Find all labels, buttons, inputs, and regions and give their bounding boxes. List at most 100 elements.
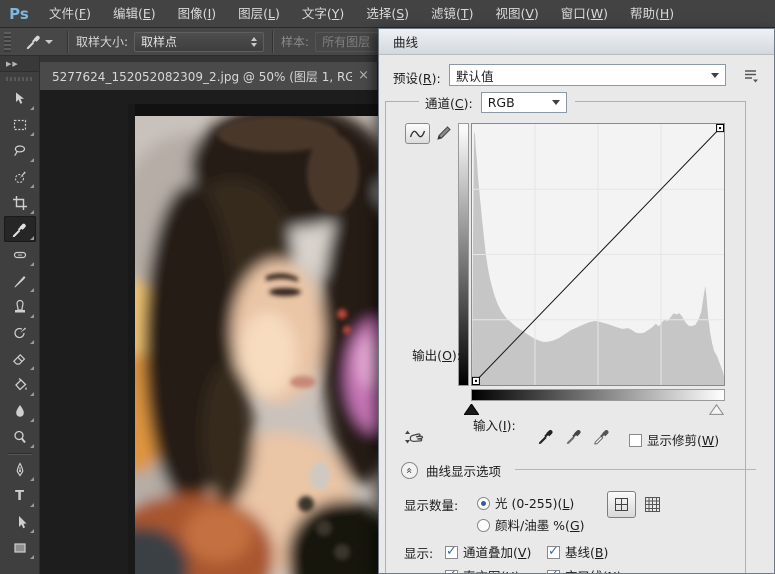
pen-tool[interactable]	[4, 457, 36, 483]
menu-select[interactable]: 选择(S)	[355, 0, 420, 28]
brush-tool[interactable]	[4, 268, 36, 294]
checkbox-icon[interactable]	[629, 434, 642, 447]
dialog-titlebar[interactable]: 曲线	[379, 29, 774, 55]
curve-plot-area[interactable]	[471, 123, 725, 386]
input-gradient-bar	[471, 389, 725, 401]
menu-view[interactable]: 视图(V)	[484, 0, 549, 28]
output-label: 输出(O):	[412, 348, 461, 363]
toolbar: T	[0, 86, 39, 561]
menu-file[interactable]: 文件(F)	[38, 0, 102, 28]
black-point-eyedropper[interactable]	[537, 427, 555, 448]
channel-overlays-label: 通道叠加(V)	[463, 545, 532, 560]
dodge-tool[interactable]	[4, 424, 36, 450]
show-clipping-checkbox[interactable]: 显示修剪(W)	[629, 430, 719, 449]
dock-collapse-button[interactable]: ▶▶	[0, 56, 39, 72]
targeted-adjustment-hand-icon	[405, 430, 424, 444]
channel-row: 通道(C): RGB	[419, 91, 575, 113]
document-image[interactable]	[128, 104, 378, 574]
pencil-icon	[437, 126, 451, 140]
sample-size-label: 取样大小:	[76, 35, 129, 49]
options-separator-2	[272, 30, 274, 53]
rectangular-marquee-tool[interactable]	[4, 112, 36, 138]
menu-layer[interactable]: 图层(L)	[227, 0, 291, 28]
intersection-line-checkbox[interactable]: 交叉线(N)	[547, 566, 622, 573]
curve-display-options-label: 曲线显示选项	[426, 464, 502, 479]
quick-selection-tool[interactable]	[4, 164, 36, 190]
lasso-tool[interactable]	[4, 138, 36, 164]
curve-point-icon	[409, 130, 426, 137]
channel-label: 通道(C):	[425, 95, 473, 111]
sample-size-value: 取样点	[141, 35, 178, 49]
menu-filter[interactable]: 滤镜(T)	[420, 0, 484, 28]
edit-points-button[interactable]	[405, 123, 430, 144]
checkbox-icon[interactable]	[445, 568, 458, 573]
radio-icon[interactable]	[477, 497, 490, 510]
white-point-slider[interactable]	[708, 403, 725, 418]
history-brush-tool[interactable]	[4, 320, 36, 346]
checkbox-icon[interactable]	[547, 544, 560, 559]
intersection-line-label: 交叉线(N)	[565, 569, 622, 573]
preset-select[interactable]: 默认值	[449, 64, 726, 86]
paint-bucket-tool[interactable]	[4, 372, 36, 398]
checkbox-icon[interactable]	[445, 544, 458, 559]
histogram-checkbox[interactable]: 直方图(H)	[445, 566, 520, 573]
preset-label: 预设(R):	[393, 71, 441, 86]
document-tab[interactable]: 5277624_152052082309_2.jpg @ 50% (图层 1, …	[40, 62, 378, 90]
rectangle-tool[interactable]	[4, 535, 36, 561]
radio-icon[interactable]	[477, 519, 490, 532]
gray-point-eyedropper[interactable]	[565, 427, 583, 448]
amount-pigment-label: 颜料/油墨 %(G)	[495, 518, 585, 533]
channel-value: RGB	[487, 94, 515, 110]
amount-pigment-radio[interactable]: 颜料/油墨 %(G)	[477, 515, 585, 534]
type-tool[interactable]: T	[4, 483, 36, 509]
white-point-eyedropper-icon	[594, 429, 609, 445]
gray-point-eyedropper-icon	[566, 429, 581, 444]
detailed-grid-button[interactable]	[643, 495, 662, 514]
toolbar-divider	[7, 453, 32, 454]
menu-image[interactable]: 图像(I)	[167, 0, 227, 28]
eyedropper-tool[interactable]	[3, 216, 36, 242]
dialog-title: 曲线	[393, 35, 419, 50]
amount-light-radio[interactable]: 光 (0-255)(L)	[477, 493, 574, 512]
curve-display-options-header[interactable]: « 曲线显示选项	[401, 461, 501, 480]
path-selection-tool[interactable]	[4, 509, 36, 535]
checkbox-icon[interactable]	[547, 568, 560, 573]
sample-label: 样本:	[281, 35, 310, 49]
channel-select[interactable]: RGB	[480, 91, 567, 113]
collapse-chevron-icon[interactable]: «	[401, 462, 418, 479]
targeted-adjustment-button[interactable]	[403, 427, 425, 452]
type-tool-glyph: T	[15, 488, 24, 504]
move-tool[interactable]	[4, 86, 36, 112]
show-label: 显示:	[404, 546, 434, 561]
chevron-down-icon	[711, 72, 719, 78]
current-tool-badge[interactable]	[19, 33, 59, 50]
histogram-label: 直方图(H)	[463, 569, 520, 573]
baseline-checkbox[interactable]: 基线(B)	[547, 542, 608, 561]
menu-type[interactable]: 文字(Y)	[291, 0, 355, 28]
preset-list-icon	[745, 69, 758, 82]
tab-close-icon[interactable]: ×	[358, 69, 369, 82]
draw-curve-button[interactable]	[435, 124, 453, 145]
white-point-eyedropper[interactable]	[593, 427, 611, 448]
menu-edit[interactable]: 编辑(E)	[102, 0, 167, 28]
clone-stamp-tool[interactable]	[4, 294, 36, 320]
sample-size-select[interactable]: 取样点	[134, 31, 265, 52]
menu-window[interactable]: 窗口(W)	[550, 0, 619, 28]
preset-options-button[interactable]	[738, 64, 764, 86]
photoshop-window: Ps 文件(F) 编辑(E) 图像(I) 图层(L) 文字(Y) 选择(S) 滤…	[0, 0, 775, 574]
input-label: 输入(I):	[473, 418, 516, 433]
healing-brush-tool[interactable]	[4, 242, 36, 268]
blur-tool[interactable]	[4, 398, 36, 424]
tool-dock: ▶▶ T	[0, 56, 40, 574]
options-bar-grip[interactable]	[4, 31, 11, 52]
channel-overlays-checkbox[interactable]: 通道叠加(V)	[445, 542, 531, 561]
preset-value: 默认值	[456, 68, 494, 84]
select-updown-icon	[251, 36, 258, 47]
crop-tool[interactable]	[4, 190, 36, 216]
simple-grid-button[interactable]	[607, 491, 636, 518]
baseline-label: 基线(B)	[565, 545, 609, 560]
eraser-tool[interactable]	[4, 346, 36, 372]
menu-help[interactable]: 帮助(H)	[619, 0, 685, 28]
dock-grip[interactable]	[6, 74, 33, 84]
grid-fine-icon	[645, 497, 660, 512]
